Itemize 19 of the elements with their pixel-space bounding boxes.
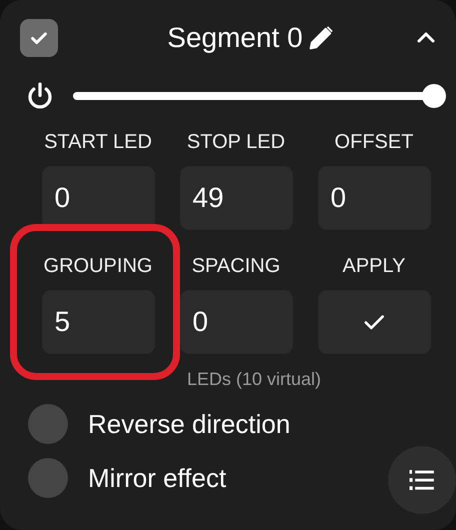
number-field[interactable]: 0 bbox=[180, 290, 292, 354]
field-label: SPACING bbox=[192, 254, 280, 278]
segment-title: Segment 0 bbox=[167, 21, 303, 55]
number-field[interactable]: 5 bbox=[42, 290, 154, 354]
toggle-switch[interactable] bbox=[28, 458, 68, 498]
toggle-label: Mirror effect bbox=[88, 463, 226, 493]
field-label: OFFSET bbox=[334, 130, 414, 154]
toggle-switch[interactable] bbox=[28, 404, 68, 444]
field-label: START LED bbox=[44, 130, 152, 154]
segment-checkbox[interactable] bbox=[20, 19, 58, 57]
led-count-text: LEDs (10 virtual) bbox=[186, 368, 322, 390]
brightness-slider[interactable] bbox=[73, 84, 446, 108]
field-label: STOP LED bbox=[186, 130, 286, 154]
field-label: APPLY bbox=[342, 254, 406, 278]
number-field[interactable]: 0 bbox=[318, 166, 430, 230]
field-label: GROUPING bbox=[44, 254, 152, 278]
number-field[interactable]: 49 bbox=[180, 166, 292, 230]
toggle-label: Reverse direction bbox=[88, 409, 290, 439]
pencil-icon[interactable] bbox=[306, 24, 335, 52]
